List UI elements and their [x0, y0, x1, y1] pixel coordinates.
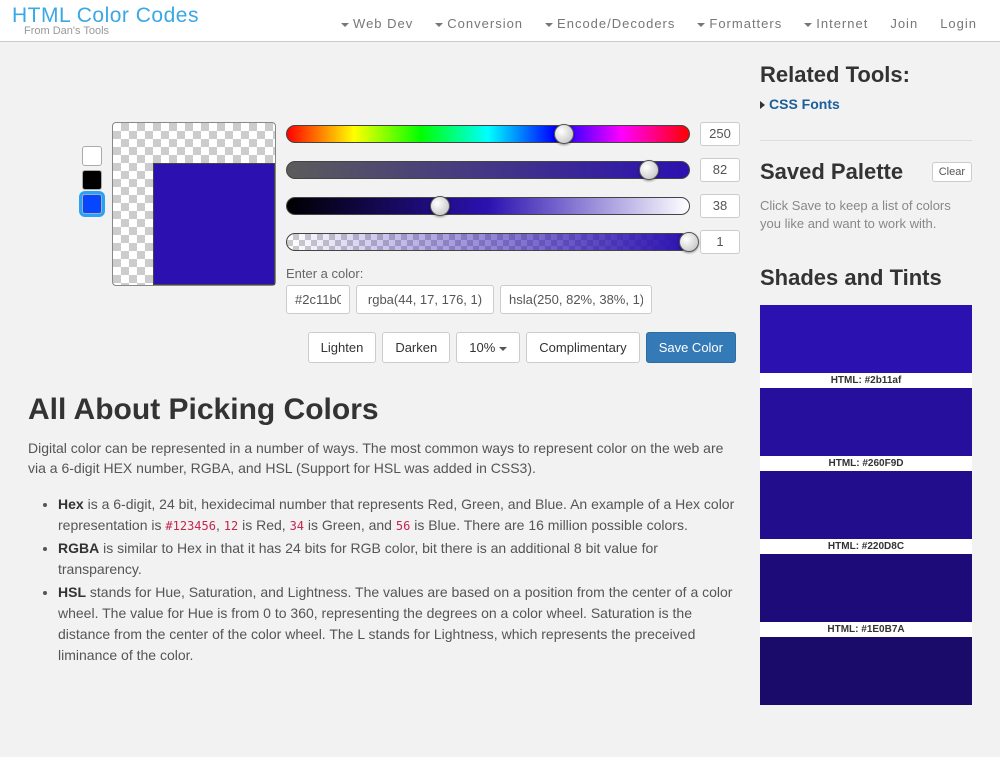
brand: HTML Color Codes From Dan's Tools: [12, 4, 199, 41]
color-input-row: [286, 285, 740, 314]
related-tools-title: Related Tools:: [760, 62, 972, 88]
enter-color-label: Enter a color:: [286, 266, 740, 281]
percent-dropdown[interactable]: 10%: [456, 332, 520, 363]
hue-thumb[interactable]: [554, 124, 574, 144]
hsla-input[interactable]: [500, 285, 652, 314]
caret-down-icon: [499, 347, 507, 351]
darken-button[interactable]: Darken: [382, 332, 450, 363]
alpha-thumb[interactable]: [679, 232, 699, 252]
shade-block[interactable]: [760, 554, 972, 622]
sliders: 250 82 38 1: [286, 122, 740, 314]
saturation-thumb[interactable]: [639, 160, 659, 180]
nav-login[interactable]: Login: [929, 10, 988, 37]
alpha-slider-row: 1: [286, 230, 740, 254]
nav-web-dev[interactable]: Web Dev: [330, 10, 424, 37]
nav-internet[interactable]: Internet: [793, 10, 879, 37]
swatch-column: [82, 122, 102, 314]
alpha-slider[interactable]: [286, 233, 690, 251]
divider: [760, 140, 972, 141]
hex-bullet: Hex is a 6-digit, 24 bit, hexidecimal nu…: [58, 494, 740, 536]
swatch-black[interactable]: [82, 170, 102, 190]
swatch-active[interactable]: [82, 194, 102, 214]
hsl-bullet: HSL stands for Hue, Saturation, and Ligh…: [58, 582, 740, 666]
rgba-bullet: RGBA is similar to Hex in that it has 24…: [58, 538, 740, 580]
saved-palette-title: Saved Palette: [760, 159, 903, 185]
caret-down-icon: [341, 23, 349, 27]
color-preview: [112, 122, 276, 286]
topbar: HTML Color Codes From Dan's Tools Web De…: [0, 0, 1000, 42]
shades-title: Shades and Tints: [760, 265, 972, 291]
alpha-value[interactable]: 1: [700, 230, 740, 254]
shade-label: HTML: #2b11af: [760, 373, 972, 388]
saturation-value[interactable]: 82: [700, 158, 740, 182]
hex-input[interactable]: [286, 285, 350, 314]
page-heading: All About Picking Colors: [28, 393, 740, 427]
shade-block[interactable]: [760, 388, 972, 456]
brand-title[interactable]: HTML Color Codes: [12, 4, 199, 27]
intro-paragraph: Digital color can be represented in a nu…: [28, 439, 740, 478]
shade-label: HTML: #220D8C: [760, 539, 972, 554]
nav-formatters[interactable]: Formatters: [686, 10, 793, 37]
color-preview-inner: [153, 163, 275, 285]
bullet-list: Hex is a 6-digit, 24 bit, hexidecimal nu…: [58, 494, 740, 666]
related-link-row: CSS Fonts: [760, 96, 972, 112]
saturation-slider[interactable]: [286, 161, 690, 179]
main-nav: Web Dev Conversion Encode/Decoders Forma…: [330, 4, 988, 37]
hue-value[interactable]: 250: [700, 122, 740, 146]
caret-down-icon: [804, 23, 812, 27]
swatch-white[interactable]: [82, 146, 102, 166]
saved-palette-header: Saved Palette Clear: [760, 159, 972, 185]
color-picker: 250 82 38 1: [82, 122, 740, 314]
hue-slider-row: 250: [286, 122, 740, 146]
nav-join[interactable]: Join: [879, 10, 929, 37]
shade-block[interactable]: [760, 305, 972, 373]
shade-label: HTML: #1E0B7A: [760, 622, 972, 637]
saturation-slider-row: 82: [286, 158, 740, 182]
lightness-slider[interactable]: [286, 197, 690, 215]
nav-conversion[interactable]: Conversion: [424, 10, 534, 37]
shade-label: HTML: #260F9D: [760, 456, 972, 471]
chevron-right-icon: [760, 101, 765, 109]
shade-block[interactable]: [760, 471, 972, 539]
save-color-button[interactable]: Save Color: [646, 332, 736, 363]
caret-down-icon: [697, 23, 705, 27]
nav-encoders[interactable]: Encode/Decoders: [534, 10, 686, 37]
shade-block[interactable]: [760, 637, 972, 705]
caret-down-icon: [435, 23, 443, 27]
shades-list: HTML: #2b11af HTML: #260F9D HTML: #220D8…: [760, 305, 972, 705]
hue-slider[interactable]: [286, 125, 690, 143]
right-column: Related Tools: CSS Fonts Saved Palette C…: [760, 62, 972, 705]
caret-down-icon: [545, 23, 553, 27]
button-row: Lighten Darken 10% Complimentary Save Co…: [82, 332, 736, 363]
rgba-input[interactable]: [356, 285, 494, 314]
lightness-value[interactable]: 38: [700, 194, 740, 218]
left-column: 250 82 38 1: [28, 122, 740, 705]
complimentary-button[interactable]: Complimentary: [526, 332, 639, 363]
saved-hint: Click Save to keep a list of colors you …: [760, 197, 972, 233]
clear-button[interactable]: Clear: [932, 162, 972, 182]
lightness-slider-row: 38: [286, 194, 740, 218]
related-link-css-fonts[interactable]: CSS Fonts: [769, 96, 840, 112]
lighten-button[interactable]: Lighten: [308, 332, 377, 363]
lightness-thumb[interactable]: [430, 196, 450, 216]
